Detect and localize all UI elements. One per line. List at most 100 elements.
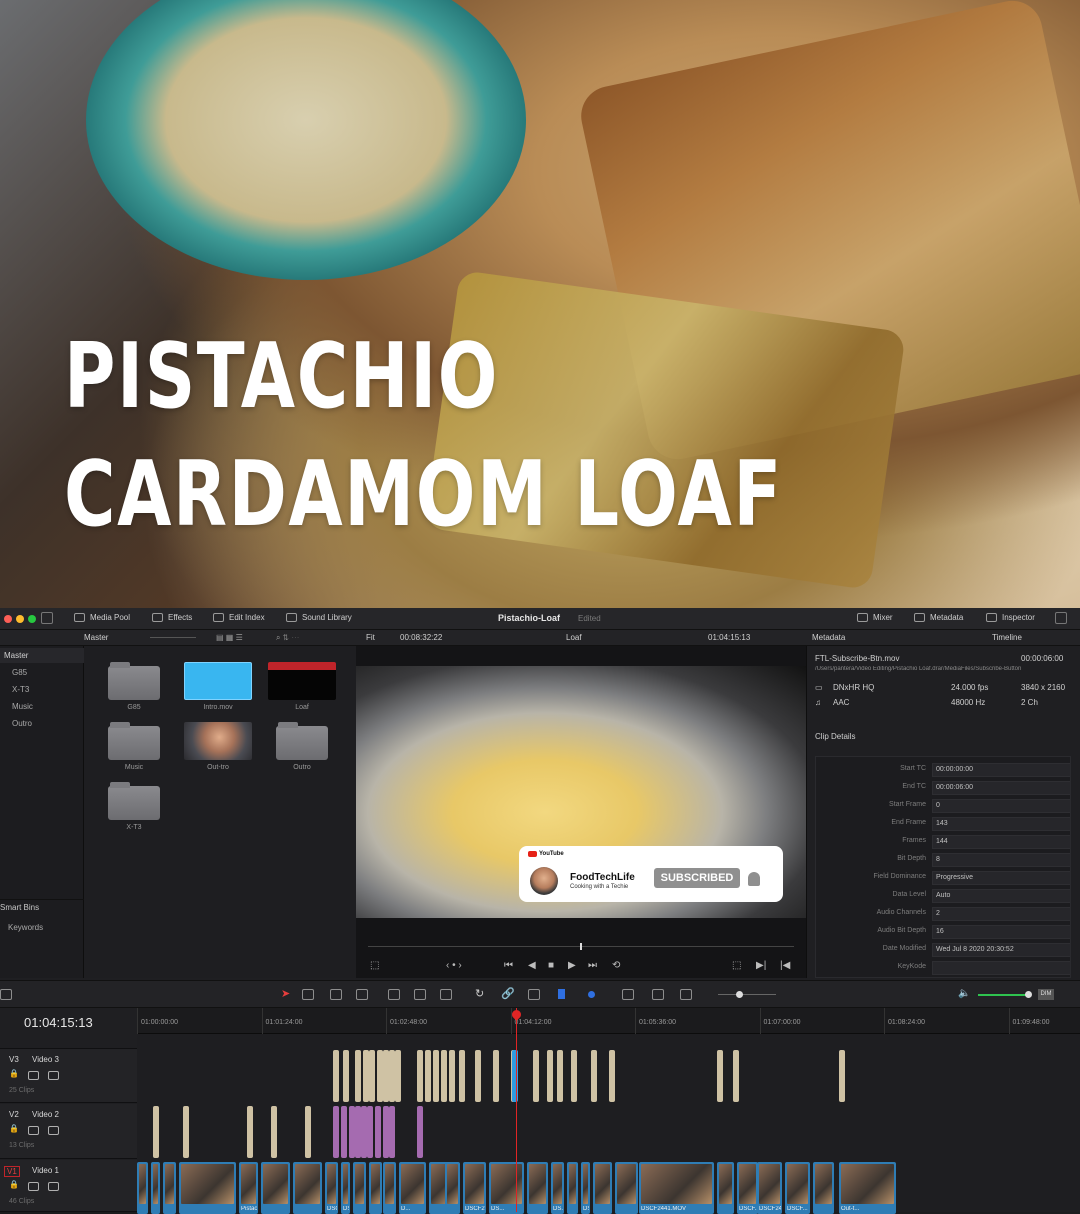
insert-clip-icon[interactable] <box>388 989 400 1000</box>
playhead[interactable] <box>516 1008 517 1212</box>
go-to-start-icon[interactable]: ⏮ <box>504 960 513 971</box>
v2-clip[interactable] <box>271 1106 277 1158</box>
v3-clip[interactable] <box>333 1050 339 1102</box>
jog-control-icon[interactable]: ‹ • › <box>446 960 462 971</box>
flag-icon[interactable] <box>558 989 565 999</box>
v2-clip[interactable] <box>183 1106 189 1158</box>
v1-clip[interactable] <box>293 1162 322 1214</box>
selection-tool-icon[interactable]: ➤ <box>281 987 290 1000</box>
metadata-field-value[interactable] <box>932 961 1070 975</box>
metadata-scope-select[interactable]: Timeline <box>992 633 1022 642</box>
bin-master[interactable]: Master <box>0 648 84 663</box>
v1-clip[interactable]: D... <box>399 1162 426 1214</box>
v1-clip[interactable]: Pistachio-Blen... <box>239 1162 258 1214</box>
v3-clip[interactable] <box>557 1050 563 1102</box>
zoom-detail-icon[interactable] <box>652 989 664 1000</box>
media-folder[interactable]: X-T3 <box>100 782 168 831</box>
track-name[interactable]: Video 2 <box>32 1110 59 1119</box>
mixer-tab[interactable]: Mixer <box>857 613 893 622</box>
v3-clip[interactable] <box>475 1050 481 1102</box>
v1-clip[interactable]: DSCF24... <box>757 1162 782 1214</box>
match-frame-icon[interactable]: ⬚ <box>732 960 741 971</box>
v1-clip[interactable] <box>369 1162 382 1214</box>
options-menu-icon[interactable] <box>1055 612 1067 624</box>
v1-clip[interactable]: DSCF... <box>325 1162 338 1214</box>
metadata-field-value[interactable]: 16 <box>932 925 1070 939</box>
media-clip[interactable]: Intro.mov <box>184 662 252 711</box>
inspector-tab[interactable]: Inspector <box>986 613 1035 622</box>
go-to-end-icon[interactable]: ⏭ <box>588 960 597 971</box>
thumbnail-size-slider[interactable] <box>150 637 196 638</box>
bin-item[interactable]: Music <box>0 699 84 714</box>
marker-icon[interactable] <box>588 991 595 998</box>
track-visibility-icon[interactable] <box>48 1126 59 1135</box>
v3-clip[interactable] <box>355 1050 361 1102</box>
blade-tool-icon[interactable] <box>356 989 368 1000</box>
v3-clip[interactable] <box>417 1050 423 1102</box>
list-view-icon[interactable]: ▤ ▦ ☰ <box>216 633 243 642</box>
track-visibility-icon[interactable] <box>48 1182 59 1191</box>
v1-clip[interactable] <box>527 1162 548 1214</box>
v2-clip[interactable] <box>417 1106 423 1158</box>
lock-track-icon[interactable]: 🔒 <box>9 1180 20 1189</box>
v1-clip[interactable] <box>813 1162 834 1214</box>
smart-bin-keywords[interactable]: Keywords <box>0 920 84 935</box>
edit-index-tab[interactable]: Edit Index <box>213 613 265 622</box>
v1-clip[interactable]: DSCF... <box>785 1162 810 1214</box>
v2-clip[interactable] <box>389 1106 395 1158</box>
effects-tab[interactable]: Effects <box>152 613 192 622</box>
viewer-mode-icon[interactable]: ⬚ <box>370 960 379 971</box>
v2-clip[interactable] <box>341 1106 347 1158</box>
v3-clip[interactable] <box>717 1050 723 1102</box>
v1-clip[interactable]: Out-t... <box>839 1162 896 1214</box>
v2-clip[interactable] <box>153 1106 159 1158</box>
track-id[interactable]: V1 <box>4 1166 20 1177</box>
dynamic-trim-icon[interactable] <box>330 989 342 1000</box>
zoom-slider-handle[interactable] <box>736 991 743 998</box>
metadata-field-value[interactable]: Wed Jul 8 2020 20:30:52 <box>932 943 1070 957</box>
linked-selection-icon[interactable]: 🔗 <box>501 987 515 1000</box>
scrubber-handle[interactable] <box>580 943 582 950</box>
zoom-fit-select[interactable]: Fit <box>366 633 375 642</box>
auto-select-icon[interactable] <box>28 1182 39 1191</box>
metadata-field-value[interactable]: 0 <box>932 799 1070 813</box>
metadata-field-value[interactable]: Auto <box>932 889 1070 903</box>
volume-icon[interactable]: 🔈 <box>958 988 970 999</box>
v1-clip[interactable] <box>261 1162 290 1214</box>
v3-clip[interactable] <box>609 1050 615 1102</box>
previous-edit-icon[interactable]: |◀ <box>780 960 790 971</box>
v3-clip[interactable] <box>449 1050 455 1102</box>
auto-select-icon[interactable] <box>28 1126 39 1135</box>
v3-clip[interactable] <box>533 1050 539 1102</box>
v1-clip[interactable]: DS... <box>551 1162 564 1214</box>
snapping-icon[interactable]: ↻ <box>475 987 484 1000</box>
v1-clip[interactable] <box>383 1162 396 1214</box>
replace-clip-icon[interactable] <box>440 989 452 1000</box>
v3-clip[interactable] <box>547 1050 553 1102</box>
close-window-button[interactable] <box>4 615 12 623</box>
v1-clip[interactable] <box>593 1162 612 1214</box>
trim-tool-icon[interactable] <box>302 989 314 1000</box>
v1-clip[interactable]: DSCF2... <box>463 1162 486 1214</box>
lock-track-icon[interactable]: 🔒 <box>9 1124 20 1133</box>
v1-clip[interactable] <box>137 1162 148 1214</box>
timeline-tracks[interactable]: Pistachio-Blen... DSCF... DSCF... D... DSCF2… <box>137 1034 1080 1214</box>
v3-clip[interactable] <box>369 1050 375 1102</box>
metadata-field-value[interactable]: 00:00:06:00 <box>932 781 1070 795</box>
v2-clip[interactable] <box>367 1106 373 1158</box>
track-name[interactable]: Video 3 <box>32 1055 59 1064</box>
v3-clip[interactable] <box>733 1050 739 1102</box>
next-edit-icon[interactable]: ▶| <box>756 960 766 971</box>
v1-clip[interactable] <box>615 1162 638 1214</box>
timeline-ruler[interactable]: 01:00:00:00 01:01:24:00 01:02:48:00 01:04:1… <box>137 1008 1080 1034</box>
timeline-view-icon[interactable] <box>0 989 12 1000</box>
zoom-custom-icon[interactable] <box>680 989 692 1000</box>
stop-icon[interactable]: ■ <box>548 960 554 971</box>
v3-clip[interactable] <box>343 1050 349 1102</box>
metadata-field-value[interactable]: 00:00:00:00 <box>932 763 1070 777</box>
v1-clip[interactable]: DSCF... <box>737 1162 758 1214</box>
loop-icon[interactable]: ⟲ <box>612 960 620 971</box>
minimize-window-button[interactable] <box>16 615 24 623</box>
v3-clip[interactable] <box>433 1050 439 1102</box>
v3-clip[interactable] <box>512 1050 518 1102</box>
